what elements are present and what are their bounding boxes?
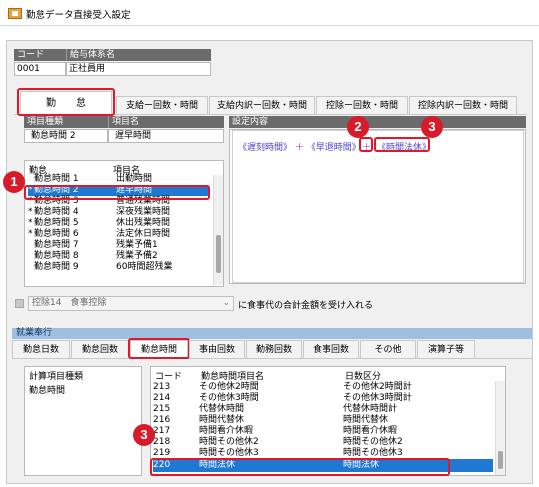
calc-type-list: 計算項目種類 勤怠時間 (24, 366, 142, 476)
token-plus-1[interactable]: ＋ (295, 143, 304, 153)
tab-kojo-kaisu[interactable]: 控除ー回数・時間 (316, 96, 408, 114)
code-cell: 0001 (14, 62, 66, 76)
tab-jiyu-kaisu[interactable]: 事由回数 (189, 340, 245, 358)
step-badge-2: 2 (347, 116, 369, 138)
window-title: 勤怠データ直接受入設定 (26, 10, 131, 21)
step-badge-3-bottom: 3 (133, 424, 155, 446)
pay-system-cell: 正社員用 (66, 62, 211, 76)
code-header: コード (14, 49, 66, 61)
calc-type-item[interactable]: 勤怠時間 (29, 383, 65, 396)
jikan-houkyu-highlight (374, 137, 430, 152)
selected-row-highlight (24, 185, 210, 200)
bottom-list-scroll-thumb[interactable] (498, 451, 503, 469)
list-item[interactable]: * 勤怠時間 4 深夜残業時間 (28, 207, 208, 218)
table-row[interactable]: 213 その他休2時間 その他休2時間計 (153, 382, 493, 393)
bottom-selected-row-highlight (150, 458, 450, 476)
table-row[interactable]: 215 代替休時間 代替休時間計 (153, 404, 493, 415)
list-scrollbar[interactable] (213, 175, 223, 285)
pay-system-header: 給与体系名 (66, 49, 211, 61)
deduction-label: に食事代の合計金額を受け入れる (238, 301, 374, 311)
step-badge-3: 3 (421, 116, 443, 138)
tab-kojo-uchiwake[interactable]: 控除内訳ー回数・時間 (409, 96, 517, 114)
token-soutai[interactable]: 《早退時間》 (307, 143, 361, 153)
formula: 《遅刻時間》 ＋ 《早退時間》 (238, 140, 361, 153)
token-chikoku[interactable]: 《遅刻時間》 (238, 143, 292, 153)
deduction-checkbox[interactable] (15, 299, 24, 308)
list-item[interactable]: 勤怠時間 8 残業予備2 (28, 251, 208, 262)
list-item[interactable]: 勤怠時間 7 残業予備1 (28, 240, 208, 251)
tab-shikyu-uchiwake[interactable]: 支給内訳ー回数・時間 (209, 96, 315, 114)
item-name-header: 項目名 (108, 116, 224, 128)
col-header-code: コード (155, 372, 183, 382)
section-label: 就業奉行 (12, 328, 532, 339)
list-scroll-thumb[interactable] (216, 235, 221, 273)
tab-kinmu-kaisu[interactable]: 勤務回数 (246, 340, 302, 358)
tab-enzanshi[interactable]: 演算子等 (417, 340, 475, 358)
item-name-value: 遅早時間 (108, 129, 224, 143)
list-item[interactable]: * 勤怠時間 5 休出残業時間 (28, 218, 208, 229)
list-item[interactable]: 勤怠時間 9 60時間超残業 (28, 262, 208, 273)
deduction-select-value: 控除14 食事控除 (32, 298, 107, 308)
title-bar: 勤怠データ直接受入設定 (0, 0, 539, 26)
table-row[interactable]: 218 時間その他休2 時間その他休2 (153, 437, 493, 448)
deduction-select[interactable]: 控除14 食事控除 ⌄ (28, 296, 234, 311)
tab-sonota[interactable]: その他 (360, 340, 416, 358)
tab-kintai-nissu[interactable]: 勤怠日数 (12, 340, 70, 358)
tab-shikyu-kaisu[interactable]: 支給ー回数・時間 (116, 96, 208, 114)
tab-kintai-highlight (17, 88, 115, 116)
item-type-value: 勤怠時間 2 (24, 129, 108, 143)
calc-type-header: 計算項目種類 (29, 372, 84, 382)
bottom-list-scrollbar[interactable] (495, 381, 505, 475)
list-item[interactable]: 勤怠時間 1 出勤時間 (28, 174, 208, 185)
plus-highlight (359, 137, 373, 152)
col-header-name: 勤怠時間項目名 (201, 372, 265, 382)
col-header-kubun: 日数区分 (345, 372, 382, 382)
tab-kintai-jikan-highlight (128, 338, 190, 359)
item-type-header: 項目種類 (24, 116, 108, 128)
list-item[interactable]: * 勤怠時間 6 法定休日時間 (28, 229, 208, 240)
table-row[interactable]: 216 時間代替休 時間代替休 (153, 415, 493, 426)
tab-kintai-kaisu[interactable]: 勤怠回数 (71, 340, 129, 358)
table-row[interactable]: 214 その他休3時間 その他休3時間計 (153, 393, 493, 404)
step-badge-1: 1 (3, 171, 25, 193)
table-row[interactable]: 217 時間看介休暇 時間看介休暇 (153, 426, 493, 437)
tab-shokuji-kaisu[interactable]: 食事回数 (303, 340, 359, 358)
chevron-down-icon: ⌄ (222, 298, 230, 308)
settings-header: 設定内容 (229, 116, 526, 128)
app-icon (8, 8, 22, 19)
